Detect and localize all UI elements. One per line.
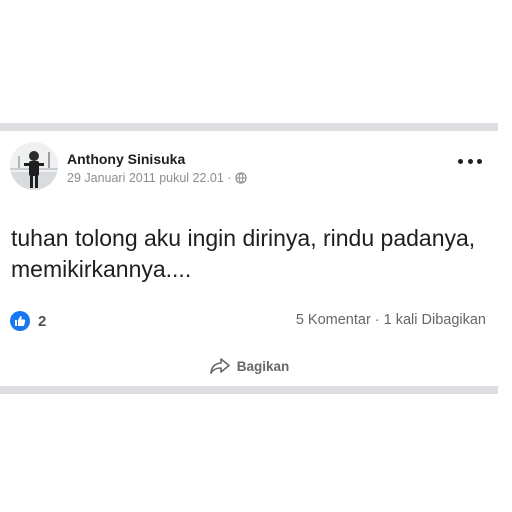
bottom-separator xyxy=(0,386,498,394)
share-arrow-icon xyxy=(209,358,230,374)
more-dot-icon xyxy=(467,158,473,164)
globe-icon xyxy=(235,172,248,184)
share-button-label: Bagikan xyxy=(236,358,290,374)
share-count-link[interactable]: 1 kali Dibagikan xyxy=(384,312,486,328)
top-separator xyxy=(0,123,498,131)
more-options-button[interactable] xyxy=(458,153,482,169)
comment-count-link[interactable]: 5 Komentar xyxy=(296,312,371,328)
post-card: Anthony Sinisuka 29 Januari 2011 pukul 2… xyxy=(0,131,498,386)
more-dot-icon xyxy=(477,158,482,164)
author-avatar[interactable] xyxy=(10,142,58,190)
stats-separator: · xyxy=(374,312,380,328)
reactions-summary[interactable]: 2 xyxy=(10,311,46,331)
facebook-post-screenshot: Anthony Sinisuka 29 Januari 2011 pukul 2… xyxy=(0,0,512,512)
post-meta: 29 Januari 2011 pukul 22.01 · xyxy=(67,171,248,185)
share-button[interactable]: Bagikan xyxy=(0,351,498,381)
engagement-stats: 5 Komentar · 1 kali Dibagikan xyxy=(296,312,486,328)
post-date[interactable]: 29 Januari 2011 pukul 22.01 · xyxy=(67,171,231,185)
reaction-count: 2 xyxy=(38,312,47,330)
post-text: tuhan tolong aku ingin dirinya, rindu pa… xyxy=(11,225,476,282)
avatar-photo xyxy=(10,142,58,190)
more-dot-icon xyxy=(458,158,463,164)
like-icon xyxy=(10,311,30,331)
author-name[interactable]: Anthony Sinisuka xyxy=(67,151,185,167)
